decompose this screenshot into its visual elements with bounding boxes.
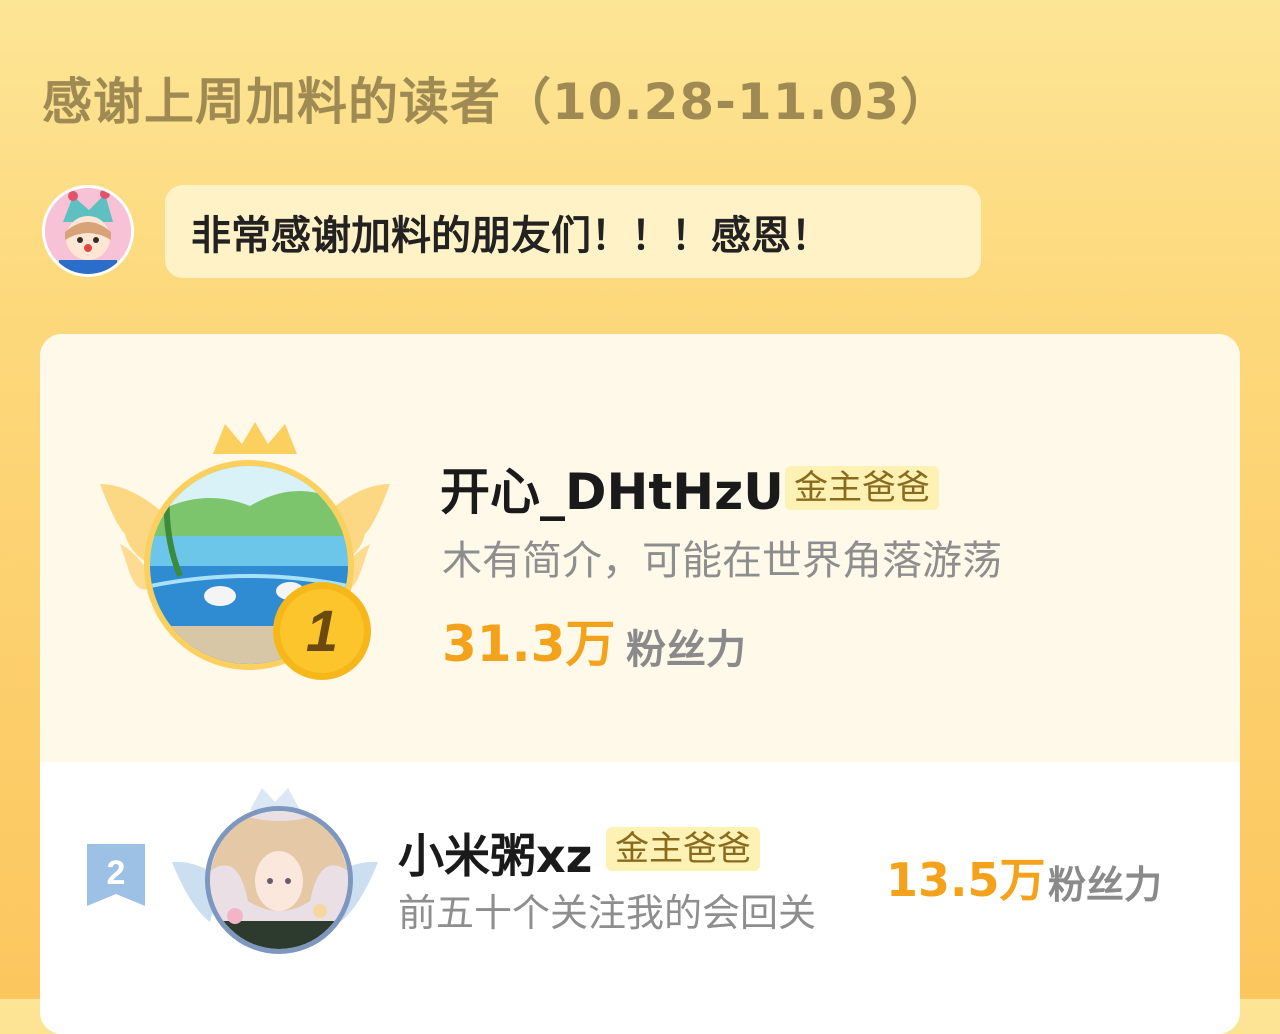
reader-bio-2: 前五十个关注我的会回关: [398, 891, 817, 935]
reader-avatar-rank-2[interactable]: [205, 806, 353, 954]
reader-name-2[interactable]: 小米粥xz: [398, 820, 592, 886]
author-avatar[interactable]: [42, 185, 134, 277]
rank-number-1: 1: [306, 599, 338, 664]
reader-ranking-panel: 1 开心_DHtHzU 金主爸爸 木有简介，可能在世界角落游荡 31.3万 粉丝…: [40, 334, 1240, 1034]
fan-power-value-2: 13.5万: [886, 853, 1046, 907]
fan-power-label-1: 粉丝力: [626, 627, 746, 673]
reader-card-rank-2[interactable]: 2 小米粥xz 金主爸爸 前五十个关注我的会回关 13.5万 粉丝力: [40, 762, 1240, 1034]
reader-card-rank-1[interactable]: 1 开心_DHtHzU 金主爸爸 木有简介，可能在世界角落游荡 31.3万 粉丝…: [40, 334, 1240, 762]
reader-bio-1: 木有简介，可能在世界角落游荡: [442, 538, 1002, 584]
author-message-text: 非常感谢加料的朋友们！！！感恩！: [191, 212, 831, 259]
fan-power-value-1: 31.3万: [442, 615, 616, 673]
rank-number-2: 2: [107, 854, 126, 892]
author-message-bubble: 非常感谢加料的朋友们！！！感恩！: [165, 185, 981, 278]
gold-medal-icon: 1: [273, 582, 371, 680]
sponsor-badge-1: 金主爸爸: [785, 466, 939, 510]
sponsor-badge-2: 金主爸爸: [606, 827, 760, 871]
fan-power-label-2: 粉丝力: [1048, 863, 1163, 907]
page-title: 感谢上周加料的读者（10.28-11.03）: [42, 73, 952, 131]
reader-name-1[interactable]: 开心_DHtHzU: [440, 452, 784, 524]
rank-ribbon-icon: 2: [87, 844, 145, 906]
